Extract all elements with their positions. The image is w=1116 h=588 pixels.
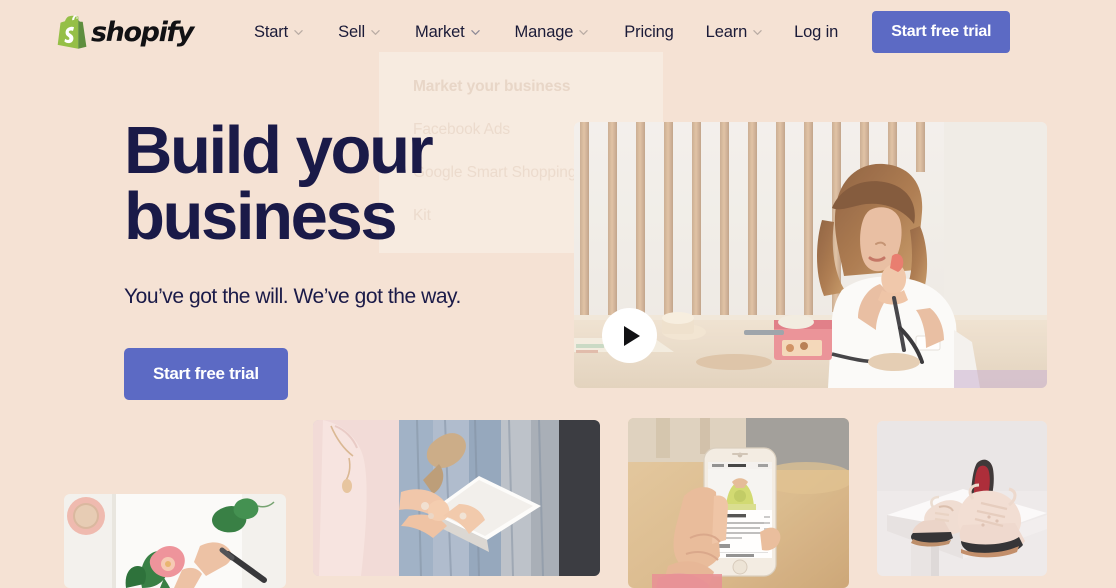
nav-item-start[interactable]: Start <box>254 23 303 42</box>
site-header: shopify Start Sell Market Manage Pricing… <box>0 0 1116 64</box>
video-play-button[interactable] <box>602 308 657 363</box>
media-card-phone[interactable] <box>628 418 849 588</box>
chevron-down-icon <box>371 28 380 37</box>
nav-item-learn[interactable]: Learn <box>706 23 762 42</box>
chevron-down-icon <box>753 28 762 37</box>
nav-label-start: Start <box>253 22 289 41</box>
shopify-bag-icon <box>57 15 87 49</box>
nav-item-manage[interactable]: Manage <box>515 23 589 42</box>
secondary-navigation: Pricing Learn Log in Start free trial <box>624 11 1011 53</box>
page-title: Build your business <box>124 117 594 250</box>
media-card-shoes[interactable] <box>877 421 1047 576</box>
nav-label-log-in: Log in <box>794 22 839 41</box>
nav-item-pricing[interactable]: Pricing <box>624 22 674 42</box>
nav-label-learn: Learn <box>705 22 748 41</box>
primary-navigation: Start Sell Market Manage <box>254 23 589 42</box>
hero-title-line-1: Build your <box>124 113 434 188</box>
shopify-logo[interactable]: shopify <box>57 15 194 49</box>
chevron-down-icon <box>294 28 303 37</box>
header-start-free-trial-button[interactable]: Start free trial <box>872 11 1011 53</box>
nav-label-manage: Manage <box>514 22 574 41</box>
hero-title-line-2: business <box>124 178 398 254</box>
hero-start-free-trial-button[interactable]: Start free trial <box>124 347 288 400</box>
media-card-notebook[interactable] <box>64 494 286 588</box>
nav-item-log-in[interactable]: Log in <box>794 23 838 42</box>
nav-label-market: Market <box>415 22 465 41</box>
nav-label-pricing: Pricing <box>624 22 674 41</box>
chevron-down-icon <box>470 28 480 37</box>
media-card-tablet[interactable] <box>313 420 600 576</box>
dropdown-heading: Market your business <box>413 78 571 95</box>
hero-section: Build your business You’ve got the will.… <box>124 117 594 400</box>
chevron-down-icon <box>579 28 589 37</box>
shopify-wordmark: shopify <box>91 16 194 48</box>
nav-label-sell: Sell <box>338 22 366 41</box>
nav-item-market[interactable]: Market <box>415 23 480 42</box>
play-triangle-icon <box>624 325 640 346</box>
nav-item-sell[interactable]: Sell <box>338 23 380 42</box>
hero-subtitle: You’ve got the will. We’ve got the way. <box>124 285 461 309</box>
